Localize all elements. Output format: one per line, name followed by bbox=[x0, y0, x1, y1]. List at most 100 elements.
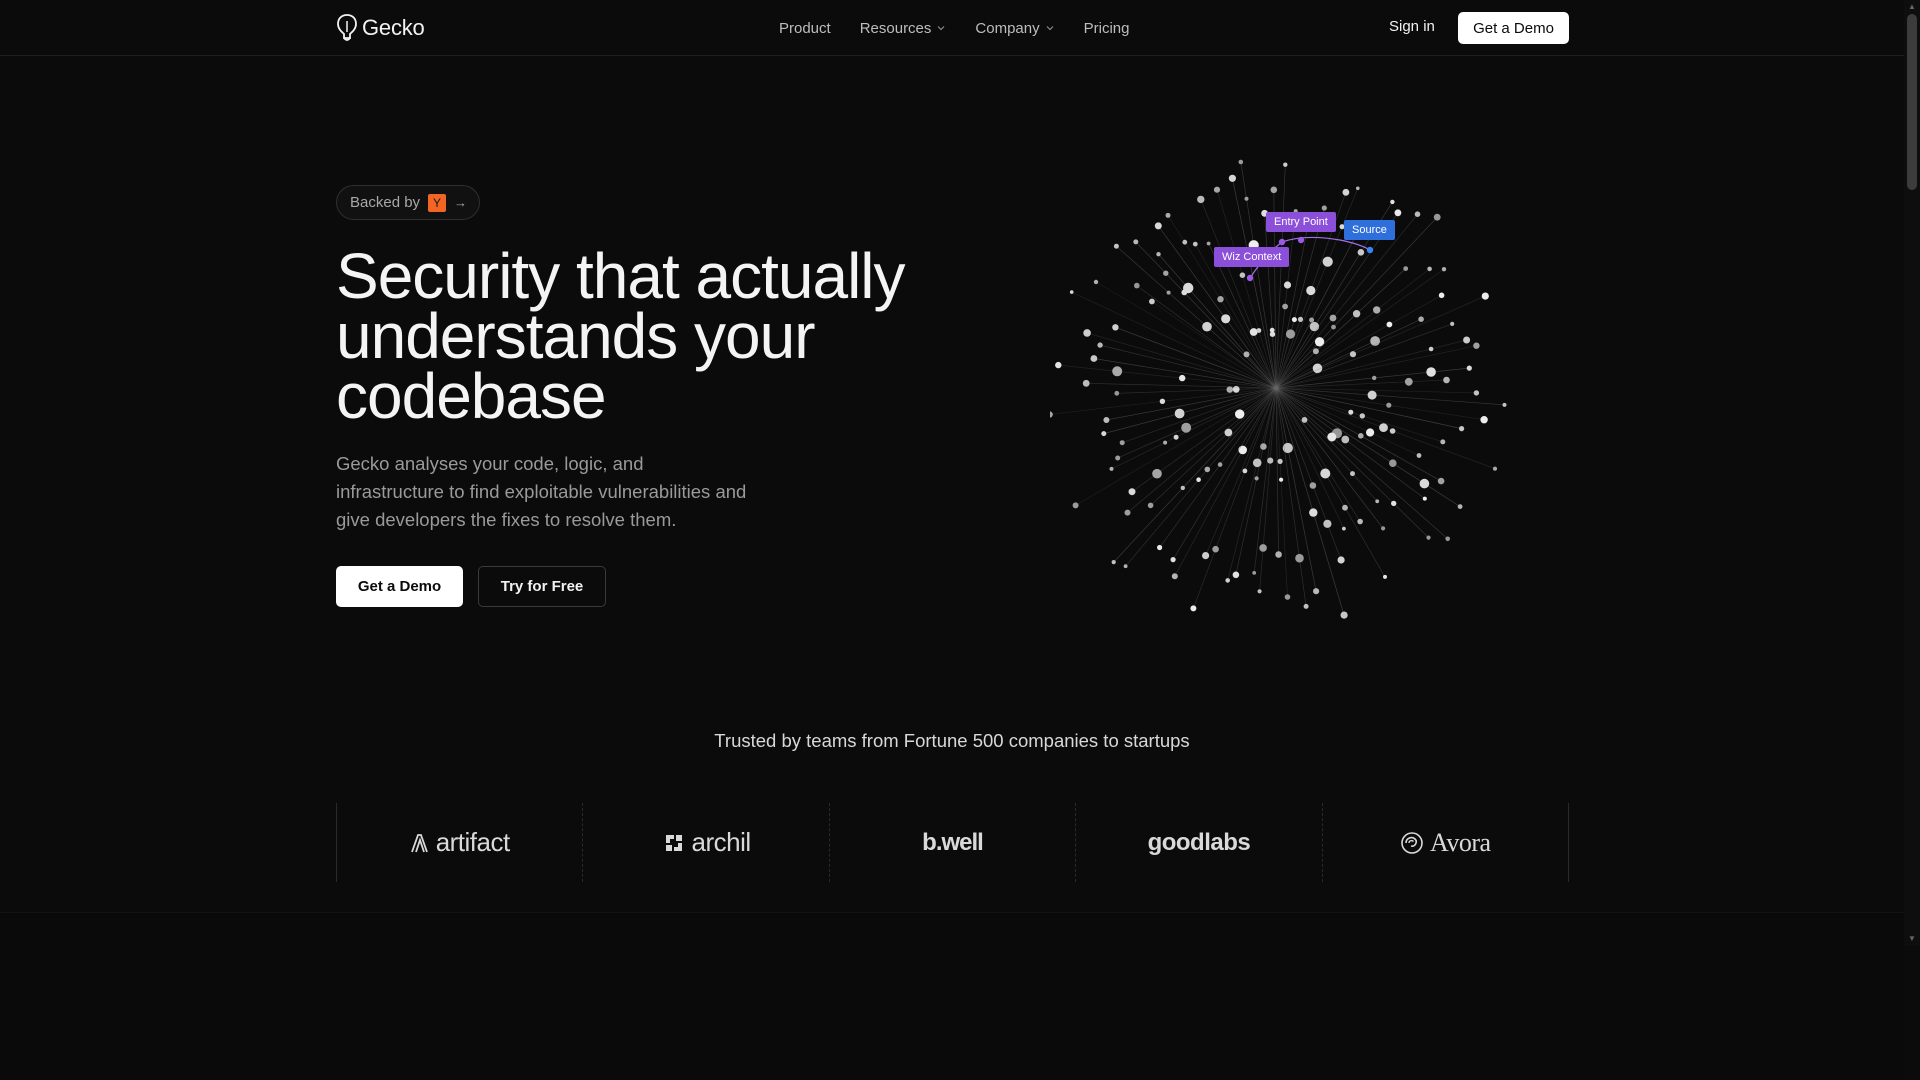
graph-node bbox=[1301, 417, 1308, 423]
logo-cell: artifact bbox=[336, 803, 582, 882]
artifact-logo-text: artifact bbox=[435, 827, 511, 857]
graph-edge bbox=[1151, 301, 1277, 389]
source-tag: Source bbox=[1344, 220, 1395, 240]
graph-node bbox=[1154, 222, 1162, 230]
nav-item-company[interactable]: Company bbox=[975, 20, 1054, 37]
graph-node bbox=[1391, 500, 1397, 507]
nav-item-label: Pricing bbox=[1083, 19, 1130, 37]
graph-node bbox=[1232, 571, 1240, 579]
graph-node bbox=[1459, 426, 1465, 432]
logo-cell: archil bbox=[582, 803, 828, 882]
graph-node bbox=[1321, 205, 1327, 211]
graph-node bbox=[1327, 432, 1337, 442]
backed-by-badge[interactable]: Backed by Y → bbox=[336, 185, 480, 220]
graph-node bbox=[1372, 375, 1377, 381]
graph-node bbox=[1224, 428, 1233, 437]
hero-subhead: Gecko analyses your code, logic, and inf… bbox=[336, 453, 747, 530]
logo-cell: b.well bbox=[828, 803, 1075, 882]
graph-edge bbox=[1172, 387, 1277, 560]
entry-point-tag: Entry Point bbox=[1266, 212, 1336, 232]
graph-node bbox=[1238, 445, 1247, 455]
nav-get-demo-button[interactable]: Get a Demo bbox=[1458, 12, 1569, 44]
graph-node bbox=[1217, 462, 1223, 467]
graph-node bbox=[1313, 588, 1320, 595]
scroll-down-icon[interactable]: ▼ bbox=[1908, 934, 1916, 943]
badge-text: Backed by bbox=[350, 194, 421, 211]
highlight-node bbox=[1246, 274, 1254, 282]
graph-node bbox=[1192, 241, 1198, 247]
graph-node bbox=[1386, 321, 1393, 328]
graph-node bbox=[1050, 411, 1053, 418]
graph-node bbox=[1320, 468, 1331, 479]
graph-node bbox=[1386, 402, 1392, 408]
archil-logo-text: archil bbox=[691, 827, 752, 857]
graph-node bbox=[1285, 329, 1296, 339]
graph-node bbox=[1309, 317, 1315, 323]
graph-node bbox=[1416, 453, 1422, 458]
archil-mark-icon bbox=[665, 834, 682, 851]
graph-node bbox=[1242, 468, 1248, 474]
graph-node bbox=[1244, 196, 1249, 201]
graph-node bbox=[1180, 485, 1185, 491]
graph-node bbox=[1069, 290, 1074, 294]
graph-node bbox=[1181, 422, 1192, 433]
graph-node bbox=[1252, 571, 1257, 575]
graph-edge bbox=[1259, 387, 1277, 592]
sign-in-link[interactable]: Sign in bbox=[1389, 18, 1435, 35]
graph-node bbox=[1367, 390, 1377, 400]
nav-item-resources[interactable]: Resources bbox=[860, 20, 947, 37]
graph-node bbox=[1379, 423, 1388, 432]
highlight-node bbox=[1278, 238, 1286, 246]
graph-node bbox=[1134, 282, 1140, 289]
graph-node bbox=[1083, 329, 1091, 337]
graph-node bbox=[1221, 314, 1231, 324]
gecko-logo[interactable]: Gecko bbox=[336, 12, 425, 44]
graph-node bbox=[1166, 290, 1171, 295]
get-demo-button[interactable]: Get a Demo bbox=[336, 566, 463, 607]
gecko-logo-text: Gecko bbox=[362, 15, 425, 40]
graph-node bbox=[1349, 351, 1357, 358]
graph-node bbox=[1239, 272, 1246, 278]
graph-edge bbox=[1136, 285, 1277, 389]
graph-node bbox=[1123, 564, 1128, 569]
chevron-down-icon bbox=[937, 26, 945, 31]
graph-node bbox=[1291, 317, 1297, 323]
graph-node bbox=[1283, 281, 1292, 289]
graph-node bbox=[1202, 552, 1210, 560]
graph-node bbox=[1303, 603, 1309, 609]
graph-node bbox=[1419, 478, 1430, 489]
code-graph-visual: Entry Point Source Wiz Context bbox=[1050, 150, 1530, 620]
graph-node bbox=[1163, 270, 1169, 276]
graph-node bbox=[1445, 536, 1450, 542]
highlight-node bbox=[1366, 246, 1374, 254]
graph-node bbox=[1428, 346, 1434, 352]
goodlabs-logo-text: goodlabs bbox=[1147, 828, 1251, 856]
graph-edge bbox=[1275, 387, 1384, 529]
graph-node bbox=[1109, 466, 1114, 471]
scrollbar-thumb[interactable] bbox=[1907, 14, 1917, 190]
main-menu: Product Resources Company Pricing bbox=[779, 0, 1129, 56]
graph-node bbox=[1128, 488, 1136, 496]
graph-node bbox=[1202, 321, 1212, 332]
logo-cell: Avora bbox=[1321, 803, 1570, 882]
scroll-up-icon[interactable]: ▲ bbox=[1908, 2, 1916, 11]
graph-node bbox=[1357, 249, 1365, 256]
graph-node bbox=[1359, 413, 1365, 419]
graph-node bbox=[1306, 285, 1316, 296]
graph-node bbox=[1427, 266, 1432, 272]
graph-node bbox=[1113, 243, 1119, 249]
graph-node bbox=[1414, 211, 1421, 217]
graph-node bbox=[1342, 504, 1348, 511]
try-free-button[interactable]: Try for Free bbox=[478, 566, 606, 607]
graph-node bbox=[1383, 574, 1387, 579]
graph-edge bbox=[1275, 295, 1486, 389]
graph-edge bbox=[1275, 387, 1386, 578]
page-scrollbar[interactable]: ▲ ▼ bbox=[1904, 0, 1920, 1080]
graph-node bbox=[1473, 390, 1480, 396]
nav-item-pricing[interactable]: Pricing bbox=[1084, 20, 1130, 37]
graph-node bbox=[1418, 316, 1424, 322]
graph-node bbox=[1463, 336, 1471, 344]
logo-cell: goodlabs bbox=[1075, 803, 1321, 882]
nav-item-product[interactable]: Product bbox=[779, 20, 831, 37]
graph-node bbox=[1389, 459, 1397, 468]
